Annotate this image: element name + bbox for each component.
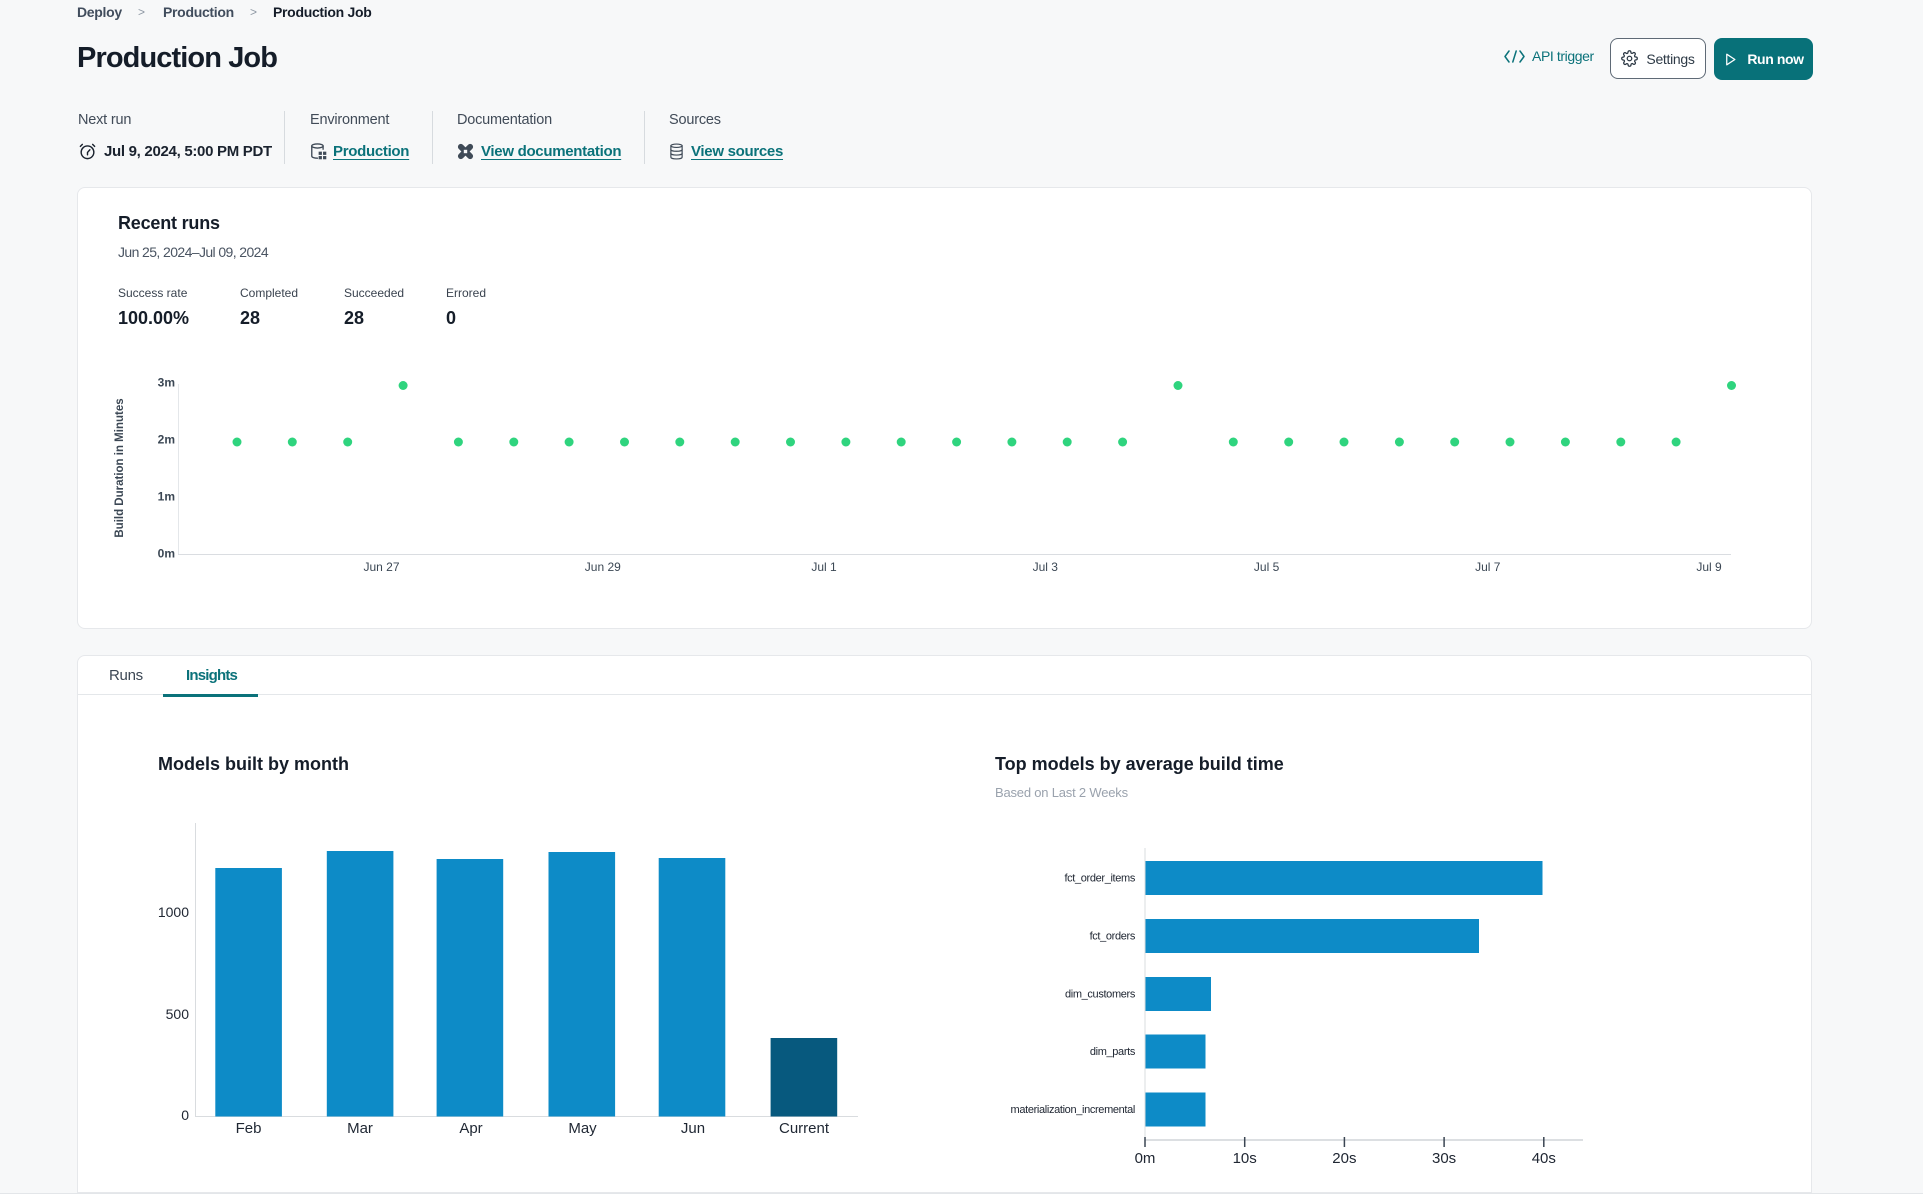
svg-text:10s: 10s [1233,1150,1257,1167]
svg-text:30s: 30s [1432,1150,1456,1167]
svg-text:Build Duration in Minutes: Build Duration in Minutes [114,398,126,537]
svg-text:fct_orders: fct_orders [1090,931,1136,943]
svg-text:0: 0 [181,1107,189,1123]
svg-text:Jul 3: Jul 3 [1033,560,1059,574]
svg-text:20s: 20s [1332,1150,1356,1167]
svg-text:1m: 1m [158,490,175,504]
svg-text:May: May [568,1120,597,1137]
svg-text:fct_order_items: fct_order_items [1064,873,1135,885]
svg-text:Jul 1: Jul 1 [811,560,837,574]
svg-text:Jun: Jun [681,1120,705,1137]
svg-text:2m: 2m [158,433,175,447]
svg-text:Jul 9: Jul 9 [1696,560,1722,574]
svg-text:Jul 5: Jul 5 [1254,560,1280,574]
svg-text:Jun 27: Jun 27 [363,560,399,574]
svg-text:0m: 0m [1135,1150,1156,1167]
svg-text:dim_customers: dim_customers [1065,989,1136,1001]
svg-text:500: 500 [166,1006,190,1022]
svg-text:Mar: Mar [347,1120,373,1137]
svg-text:Feb: Feb [236,1120,262,1137]
svg-text:Apr: Apr [459,1120,482,1137]
svg-text:materialization_incremental: materialization_incremental [1011,1104,1135,1116]
svg-text:40s: 40s [1532,1150,1556,1167]
svg-text:1000: 1000 [158,904,189,920]
svg-text:Current: Current [779,1120,830,1137]
svg-text:0m: 0m [158,547,175,561]
svg-text:Jun 29: Jun 29 [585,560,621,574]
svg-text:dim_parts: dim_parts [1090,1046,1136,1058]
svg-text:3m: 3m [158,376,175,390]
svg-text:Jul 7: Jul 7 [1475,560,1501,574]
